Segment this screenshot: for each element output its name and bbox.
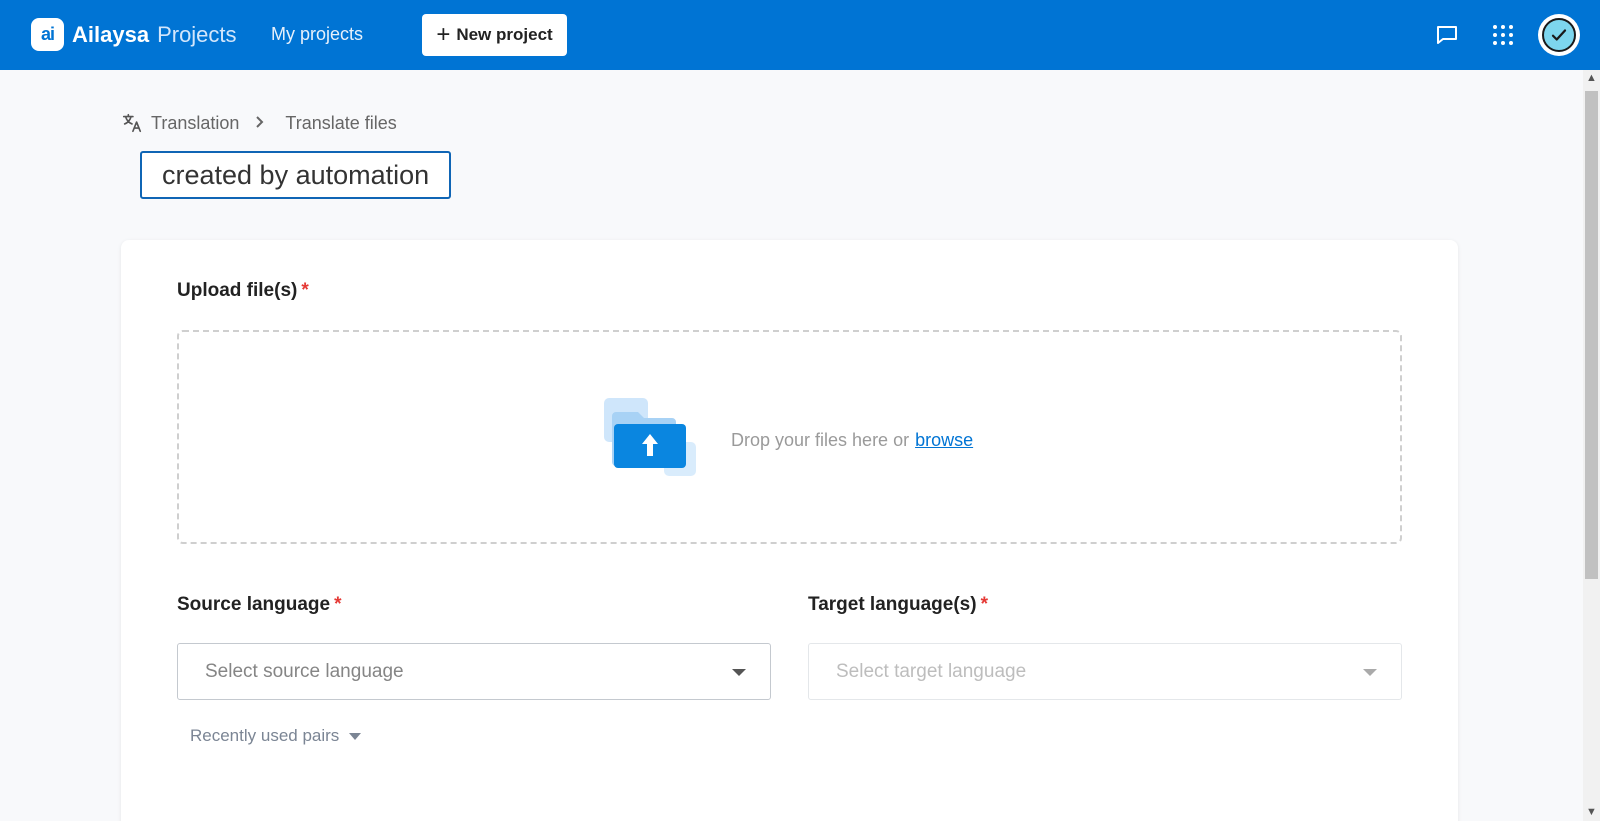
translate-icon [121, 112, 143, 134]
breadcrumb-translation[interactable]: Translation [151, 113, 239, 134]
nav-my-projects[interactable]: My projects [271, 24, 363, 45]
scroll-down-arrow-icon[interactable]: ▼ [1583, 804, 1600, 821]
dropzone-text: Drop your files here or browse [731, 430, 973, 451]
scroll-thumb[interactable] [1585, 91, 1598, 579]
drop-text: Drop your files here or [731, 430, 910, 450]
required-mark: * [980, 594, 988, 615]
avatar-check-icon [1542, 18, 1576, 52]
source-language-select[interactable]: Select source language [177, 643, 771, 700]
required-mark: * [301, 280, 309, 301]
new-project-button[interactable]: + New project [422, 14, 567, 56]
plus-icon: + [436, 21, 451, 48]
recent-pairs-label: Recently used pairs [190, 726, 340, 745]
breadcrumb: Translation Translate files [121, 112, 397, 134]
avatar[interactable] [1538, 14, 1580, 56]
target-language-select[interactable]: Select target language [808, 643, 1402, 700]
dropdown-caret-icon [1363, 669, 1377, 676]
target-language-label: Target language(s) * [808, 594, 988, 616]
logo-mark-icon: ai [31, 18, 64, 51]
caret-down-icon [349, 732, 362, 740]
source-placeholder: Select source language [205, 660, 404, 682]
dropdown-caret-icon [732, 669, 746, 676]
source-label-text: Source language [177, 594, 331, 615]
recently-used-pairs-toggle[interactable]: Recently used pairs [190, 726, 362, 746]
source-language-label: Source language * [177, 594, 342, 616]
upload-label-text: Upload file(s) [177, 280, 298, 301]
product-name: Projects [157, 21, 237, 47]
project-form-card: Upload file(s) * Drop your files here or b… [121, 240, 1458, 821]
target-label-text: Target language(s) [808, 594, 977, 615]
new-project-label: New project [456, 25, 553, 44]
app-logo[interactable]: ai Ailaysa Projects [31, 18, 237, 51]
required-mark: * [334, 594, 342, 615]
apps-grid-icon[interactable] [1488, 20, 1518, 50]
upload-label: Upload file(s) * [177, 280, 309, 302]
browse-link[interactable]: browse [915, 430, 973, 450]
project-title-input[interactable]: created by automation [140, 151, 452, 199]
upload-folder-icon [604, 398, 700, 478]
page-scrollbar[interactable]: ▲ ▼ [1583, 70, 1600, 821]
brand-name: Ailaysa [72, 21, 150, 47]
breadcrumb-translate-files: Translate files [285, 112, 397, 133]
top-navbar: ai Ailaysa Projects My projects + New pr… [0, 0, 1600, 70]
chat-icon[interactable] [1432, 20, 1462, 50]
scroll-up-arrow-icon[interactable]: ▲ [1583, 70, 1600, 87]
target-placeholder: Select target language [836, 660, 1027, 682]
file-dropzone[interactable]: Drop your files here or browse [177, 330, 1402, 544]
chevron-right-icon [255, 113, 265, 134]
